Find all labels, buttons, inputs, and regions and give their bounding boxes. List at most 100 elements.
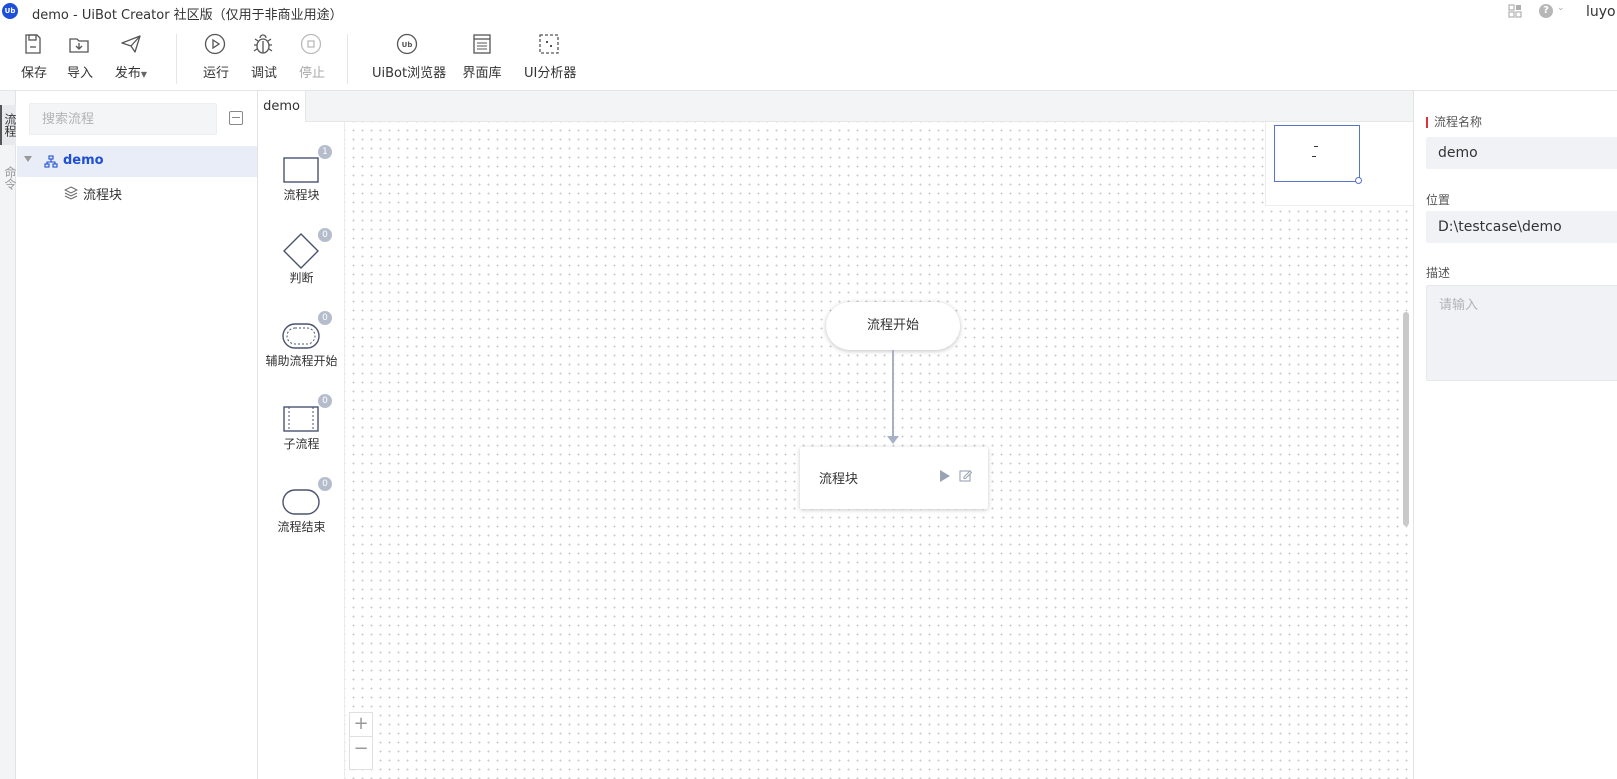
stop-button[interactable]: 停止: [299, 32, 326, 81]
connector-arrow-icon: [887, 436, 899, 444]
diamond-shape-icon: [283, 233, 319, 269]
palette-item-subflow[interactable]: 0 子流程: [258, 394, 345, 474]
help-icon[interactable]: ?: [1539, 4, 1553, 18]
flow-start-node[interactable]: 流程开始: [826, 302, 960, 350]
vertical-scrollbar[interactable]: [1403, 312, 1409, 526]
save-label: 保存: [21, 66, 48, 81]
palette-label: 流程结束: [277, 520, 326, 534]
palette-label: 判断: [289, 271, 314, 285]
stop-label: 停止: [299, 66, 326, 81]
layers-icon: [64, 186, 78, 200]
toolbar: 保存 导入 发布▼ 运行 调试 停止 Ub UiBot浏览器 界面库 UI分析器: [0, 24, 1617, 90]
minimap-resize-handle[interactable]: [1355, 177, 1362, 184]
debug-label: 调试: [251, 66, 278, 81]
flow-name-field[interactable]: demo: [1426, 137, 1617, 169]
location-field[interactable]: D:\testcase\demo: [1426, 211, 1617, 243]
tab-demo[interactable]: demo: [258, 91, 306, 122]
flow-tree-panel: demo 流程块: [17, 91, 258, 779]
tree-item-flow-block[interactable]: 流程块: [17, 179, 257, 207]
send-plane-icon: [121, 35, 141, 53]
publish-button[interactable]: 发布▼: [111, 32, 151, 81]
count-badge: 1: [318, 145, 332, 159]
uibot-browser-label: UiBot浏览器: [372, 66, 447, 81]
component-palette: 1 流程块 0 判断 0 辅助流程开始 0 子流程 0 流程结束: [258, 122, 345, 779]
count-badge: 0: [318, 394, 332, 408]
import-label: 导入: [67, 66, 94, 81]
flow-block-node[interactable]: 流程块: [800, 447, 988, 509]
ui-analyzer-label: UI分析器: [524, 66, 577, 81]
ui-library-icon: [473, 34, 491, 54]
tree-child-label: 流程块: [83, 188, 123, 203]
zoom-out-button[interactable]: −: [350, 738, 372, 762]
flow-name-label: 流程名称: [1426, 116, 1482, 128]
flow-canvas[interactable]: 流程开始 流程块 + −: [345, 122, 1413, 779]
uibot-logo-icon: Ub: [2, 3, 18, 19]
subflow-shape-icon: [283, 406, 319, 432]
count-badge: 0: [318, 228, 332, 242]
palette-item-flow-end[interactable]: 0 流程结束: [258, 477, 345, 557]
tree-item-root[interactable]: demo: [17, 146, 257, 177]
minimap[interactable]: [1265, 122, 1413, 206]
rectangle-shape-icon: [283, 157, 319, 183]
tab-commands[interactable]: 命令: [0, 163, 17, 193]
title-bar: Ub demo - UiBot Creator 社区版（仅用于非商业用途） ? …: [0, 0, 1617, 24]
save-button[interactable]: 保存: [21, 32, 48, 81]
palette-label: 子流程: [283, 437, 320, 451]
palette-label: 流程块: [283, 188, 320, 202]
toolbar-divider: [176, 34, 177, 84]
ui-analyzer-button[interactable]: UI分析器: [524, 32, 577, 81]
stop-circle-icon: [300, 33, 322, 55]
count-badge: 0: [318, 311, 332, 325]
zoom-in-button[interactable]: +: [350, 713, 372, 737]
properties-panel: 流程名称 demo 位置 D:\testcase\demo 描述: [1413, 91, 1617, 779]
bug-icon: [253, 34, 273, 54]
edit-icon[interactable]: [959, 469, 972, 482]
flow-block-label: 流程块: [819, 472, 859, 487]
minimap-viewport[interactable]: [1274, 125, 1360, 182]
publish-label: 发布▼: [114, 66, 148, 81]
editor-tab-bar: demo: [258, 91, 1413, 122]
save-icon: [25, 34, 41, 54]
rounded-rect-shape-icon: [282, 489, 320, 515]
rounded-dashed-shape-icon: [282, 323, 320, 349]
minimap-node: [1312, 156, 1316, 157]
zoom-controls: + −: [349, 712, 373, 770]
uibot-browser-icon: Ub: [396, 33, 418, 55]
debug-button[interactable]: 调试: [251, 32, 278, 81]
import-button[interactable]: 导入: [67, 32, 94, 81]
palette-label: 辅助流程开始: [265, 354, 338, 368]
palette-item-flow-block[interactable]: 1 流程块: [258, 145, 345, 225]
layout-grid-icon[interactable]: [1508, 4, 1522, 18]
main-area: 流程 命令 demo 流程块 demo 1: [0, 90, 1617, 779]
location-label: 位置: [1426, 193, 1451, 207]
ui-library-label: 界面库: [462, 66, 502, 81]
run-label: 运行: [203, 66, 230, 81]
collapse-all-icon[interactable]: [229, 111, 243, 125]
ui-analyzer-icon: [539, 34, 559, 54]
username[interactable]: luyo: [1586, 4, 1616, 20]
description-label: 描述: [1426, 266, 1451, 280]
play-circle-icon: [204, 33, 226, 55]
minimap-node: [1314, 146, 1318, 147]
expand-caret-icon[interactable]: [24, 156, 32, 162]
publish-caret-icon: ▼: [140, 70, 148, 79]
uibot-browser-button[interactable]: Ub UiBot浏览器: [372, 32, 447, 81]
import-icon: [69, 38, 89, 53]
flow-hierarchy-icon: [44, 155, 58, 168]
search-input[interactable]: [29, 103, 217, 135]
connector-line[interactable]: [892, 350, 894, 438]
tree-root-label: demo: [63, 153, 104, 168]
toolbar-divider: [347, 34, 348, 84]
description-textarea[interactable]: [1426, 285, 1617, 381]
run-triangle-icon[interactable]: [940, 470, 950, 482]
window-title: demo - UiBot Creator 社区版（仅用于非商业用途）: [32, 8, 343, 23]
count-badge: 0: [318, 477, 332, 491]
left-vertical-tabs: 流程 命令: [0, 91, 17, 779]
run-button[interactable]: 运行: [203, 32, 230, 81]
chevron-down-icon[interactable]: ⌄: [1557, 3, 1565, 13]
tab-flow[interactable]: 流程: [0, 105, 17, 145]
svg-text:Ub: Ub: [402, 41, 413, 49]
palette-item-decision[interactable]: 0 判断: [258, 228, 345, 308]
ui-library-button[interactable]: 界面库: [462, 32, 502, 81]
palette-item-aux-start[interactable]: 0 辅助流程开始: [258, 311, 345, 391]
